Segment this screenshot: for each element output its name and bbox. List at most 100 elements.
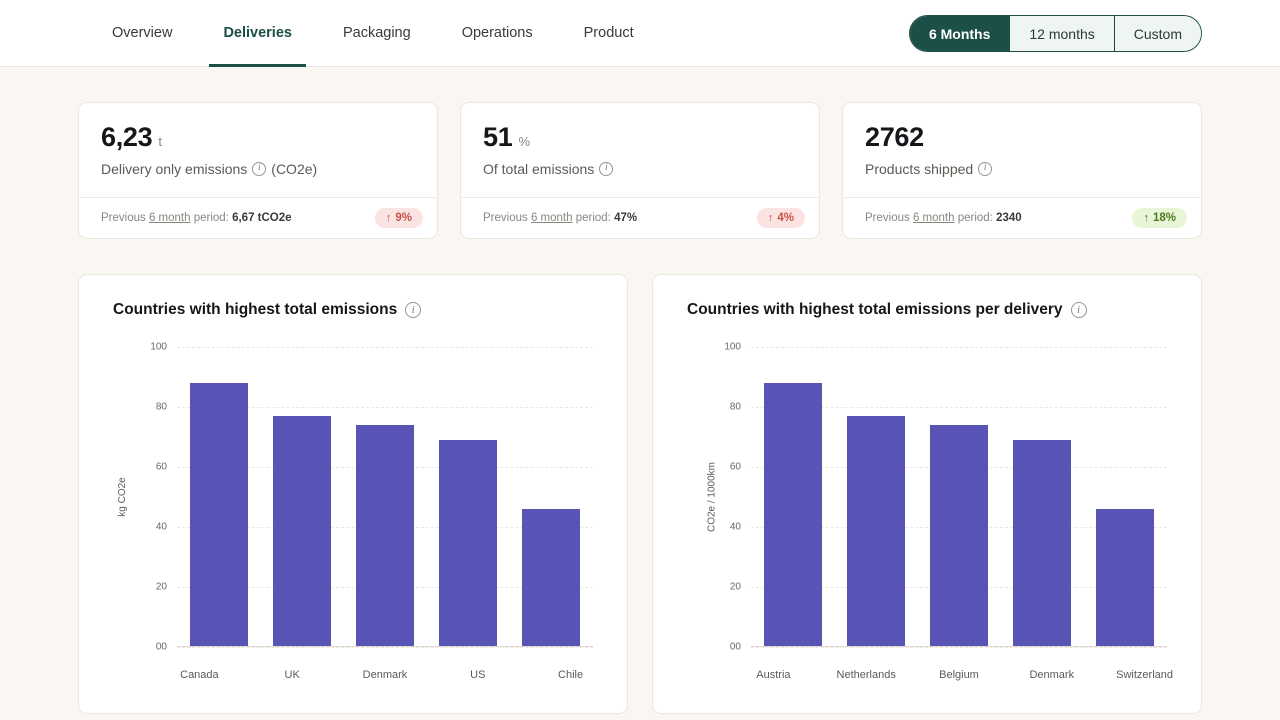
kpi-previous-period: Previous 6 month period: 6,67 tCO2e	[101, 212, 292, 224]
bar[interactable]	[763, 383, 822, 647]
chart-title-line: Countries with highest total emissions p…	[687, 301, 1177, 319]
x-axis-tick-label: Chile	[558, 669, 584, 681]
bar-slot	[1084, 347, 1167, 647]
bar-slot	[343, 347, 426, 647]
chart-card: Countries with highest total emissions i k…	[78, 274, 628, 714]
kpi-footer: Previous 6 month period: 6,67 tCO2e ↑ 9%	[79, 197, 437, 238]
x-axis-tick-label: Austria	[756, 669, 791, 681]
x-axis-tick-label: Belgium	[939, 669, 979, 681]
kpi-body: 2762 Products shipped i	[843, 103, 1201, 197]
bar-slot	[510, 347, 593, 647]
gridline	[177, 647, 593, 648]
kpi-card-row: 6,23 t Delivery only emissions i (CO2e) Previ…	[0, 67, 1280, 239]
x-axis-labels: Canada UK Denmark US Chile	[153, 669, 617, 681]
main-tabs: Overview Deliveries Packaging Operations Pro…	[98, 0, 648, 67]
period-option-custom[interactable]: Custom	[1114, 16, 1201, 51]
kpi-label: Delivery only emissions	[101, 161, 248, 177]
tab-label: Packaging	[342, 24, 411, 41]
period-selector[interactable]: 6 Months 12 months Custom	[908, 15, 1202, 52]
kpi-label: Of total emissions	[483, 161, 595, 177]
y-axis-tick-label: 00	[729, 641, 741, 653]
kpi-delta-badge: ↑ 4%	[756, 208, 805, 228]
app-header: Overview Deliveries Packaging Operations Pro…	[0, 0, 1280, 67]
tab-overview[interactable]: Overview	[98, 1, 186, 67]
bar-series	[751, 347, 1167, 647]
bar[interactable]	[189, 383, 248, 647]
bar-slot	[177, 347, 260, 647]
period-option-label: 6 Months	[928, 25, 991, 42]
plot-area: kg CO2e 100 80 60 40 20 00	[103, 342, 603, 653]
previous-mid: period:	[193, 212, 229, 224]
bar[interactable]	[272, 416, 331, 647]
bar[interactable]	[439, 440, 498, 647]
period-option-12-months[interactable]: 12 months	[1010, 16, 1115, 51]
y-axis-tick-label: 00	[155, 641, 167, 653]
tab-product[interactable]: Product	[570, 1, 648, 67]
tab-packaging[interactable]: Packaging	[329, 1, 425, 67]
kpi-previous-period: Previous 6 month period: 47%	[483, 212, 637, 224]
y-axis-tick-label: 100	[150, 341, 167, 353]
previous-prefix: Previous	[483, 212, 528, 224]
bar[interactable]	[356, 425, 414, 647]
tab-deliveries[interactable]: Deliveries	[209, 1, 306, 67]
period-option-label: Custom	[1133, 25, 1182, 42]
previous-period-range[interactable]: 6 month	[149, 212, 191, 224]
previous-period-range[interactable]: 6 month	[531, 212, 573, 224]
previous-prefix: Previous	[101, 212, 146, 224]
tab-label: Deliveries	[223, 24, 292, 41]
bar[interactable]	[846, 416, 905, 647]
bar-slot	[834, 347, 917, 647]
bar-slot	[917, 347, 1000, 647]
y-axis-tick-label: 100	[724, 341, 741, 353]
y-axis-tick-label: 20	[729, 581, 741, 593]
info-icon[interactable]: i	[978, 162, 993, 176]
kpi-unit: %	[518, 134, 530, 149]
bar-series	[177, 347, 593, 647]
y-axis-tick-label: 60	[729, 461, 741, 473]
kpi-delta-value: 4%	[777, 212, 794, 224]
chart-card: Countries with highest total emissions p…	[652, 274, 1202, 714]
previous-prefix: Previous	[865, 212, 910, 224]
previous-mid: period:	[957, 212, 993, 224]
plot-area: CO2e / 1000km 100 80 60 40 20 00	[677, 342, 1177, 653]
tab-operations[interactable]: Operations	[448, 1, 547, 67]
y-axis-tick-label: 20	[155, 581, 167, 593]
kpi-footer: Previous 6 month period: 47% ↑ 4%	[461, 197, 819, 238]
arrow-up-icon: ↑	[385, 211, 392, 224]
info-icon[interactable]: i	[252, 162, 267, 176]
x-axis-tick-label: Switzerland	[1116, 669, 1174, 681]
bar[interactable]	[930, 425, 988, 647]
kpi-value: 51	[483, 122, 513, 152]
gridline	[751, 647, 1167, 648]
kpi-footer: Previous 6 month period: 2340 ↑ 18%	[843, 197, 1201, 238]
arrow-up-icon: ↑	[1143, 211, 1149, 224]
kpi-delta-value: 9%	[395, 212, 412, 224]
info-icon[interactable]: i	[405, 302, 422, 318]
tab-label: Overview	[112, 24, 173, 41]
y-axis-tick-label: 40	[155, 521, 167, 533]
period-option-label: 12 months	[1029, 25, 1095, 42]
kpi-body: 51% Of total emissions i	[461, 103, 819, 197]
x-axis-tick-label: Denmark	[1029, 669, 1075, 681]
period-option-6-months[interactable]: 6 Months	[909, 16, 1011, 51]
bar-slot	[260, 347, 343, 647]
tab-label: Operations	[461, 24, 533, 41]
bar[interactable]	[522, 509, 581, 647]
info-icon[interactable]: i	[1070, 302, 1087, 318]
kpi-value-line: 51%	[483, 122, 797, 153]
info-icon[interactable]: i	[599, 162, 614, 176]
x-axis-tick-label: UK	[284, 669, 300, 681]
x-axis-tick-label: Netherlands	[836, 669, 896, 681]
kpi-value-line: 2762	[865, 122, 1179, 153]
chart-title: Countries with highest total emissions	[113, 301, 398, 318]
bar[interactable]	[1013, 440, 1072, 647]
kpi-delta-badge: ↑ 9%	[374, 208, 423, 228]
kpi-label-line: Delivery only emissions i (CO2e)	[101, 161, 415, 177]
kpi-unit: t	[158, 134, 162, 149]
kpi-body: 6,23 t Delivery only emissions i (CO2e)	[79, 103, 437, 197]
bar[interactable]	[1096, 509, 1155, 647]
x-axis-line	[751, 646, 1167, 647]
chart-title: Countries with highest total emissions p…	[687, 301, 1063, 318]
kpi-card: 2762 Products shipped i Previous 6 month pe…	[842, 102, 1202, 239]
previous-period-range[interactable]: 6 month	[913, 212, 955, 224]
